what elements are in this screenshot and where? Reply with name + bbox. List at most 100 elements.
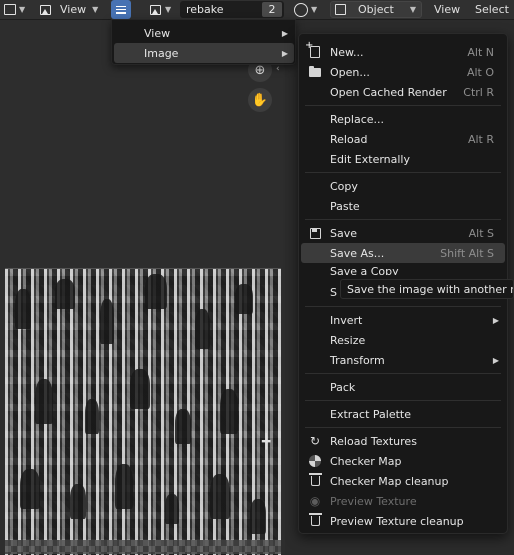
menu-item-label: Save xyxy=(330,226,358,240)
menu-separator xyxy=(305,105,501,106)
chevron-down-icon: ▼ xyxy=(19,5,26,14)
menu-item-edit-externally[interactable]: Edit Externally xyxy=(301,149,505,169)
hamburger-icon xyxy=(116,5,126,14)
shortcut-label: Alt N xyxy=(467,45,494,59)
menu-item-label: View xyxy=(144,26,171,40)
menu-item-label: Reload Textures xyxy=(330,434,417,448)
menu-item-extract-palette[interactable]: Extract Palette xyxy=(301,404,505,424)
select-menu[interactable]: Select xyxy=(475,0,509,19)
image-name-field[interactable]: rebake 2 xyxy=(180,1,284,18)
menu-item-label: Checker Map cleanup xyxy=(330,474,449,488)
shortcut-label: Alt S xyxy=(468,226,494,240)
menu-item-reload-textures[interactable]: ↻ Reload Textures xyxy=(301,431,505,451)
menu-separator xyxy=(305,306,501,307)
menu-item-open-cached-render[interactable]: Open Cached Render Ctrl R xyxy=(301,82,505,102)
chevron-down-icon: ▼ xyxy=(165,5,172,14)
menu-item-image[interactable]: Image ▶ xyxy=(114,43,294,63)
image-icon xyxy=(150,4,161,15)
menu-item-label: Pack xyxy=(330,380,356,394)
menu-item-label: Paste xyxy=(330,199,360,213)
user-count-badge[interactable]: 2 xyxy=(262,2,282,17)
editor-type-selector[interactable]: ▼ xyxy=(4,0,25,19)
object-mode-selector[interactable]: Object ▼ xyxy=(330,1,422,18)
submenu-arrow-icon: ▶ xyxy=(281,48,288,58)
submenu-arrow-icon: ▶ xyxy=(492,315,499,325)
menu-item-resize[interactable]: Resize xyxy=(301,330,505,350)
menu-item-label: New... xyxy=(330,45,364,59)
image-editor-icon xyxy=(4,4,16,15)
reload-icon: ↻ xyxy=(309,434,321,448)
menu-separator xyxy=(305,373,501,374)
object-mode-icon xyxy=(335,4,346,15)
menu-item-checker-map[interactable]: Checker Map xyxy=(301,451,505,471)
menu-item-preview-texture-cleanup[interactable]: Preview Texture cleanup xyxy=(301,511,505,531)
menu-item-pack[interactable]: Pack xyxy=(301,377,505,397)
menu-item-label: Open Cached Render xyxy=(330,85,447,99)
editor-menu-dropdown: View ▶ Image ▶ xyxy=(111,19,296,65)
menu-item-label: Save a Copy xyxy=(330,265,399,275)
view-menu[interactable]: View xyxy=(434,0,460,19)
menu-item-transform[interactable]: Transform ▶ xyxy=(301,350,505,370)
menu-item-open[interactable]: Open... Alt O xyxy=(301,62,505,82)
menu-item-label: Resize xyxy=(330,333,366,347)
menu-toggle-button[interactable] xyxy=(111,0,131,19)
menu-item-label: Extract Palette xyxy=(330,407,411,421)
menu-item-label: Replace... xyxy=(330,112,385,126)
menu-item-replace[interactable]: Replace... xyxy=(301,109,505,129)
menu-item-label: Edit Externally xyxy=(330,152,411,166)
menu-item-label: Preview Texture cleanup xyxy=(330,514,464,528)
shortcut-label: Alt R xyxy=(467,132,494,146)
menu-item-preview-texture: ◉ Preview Texture xyxy=(301,491,505,511)
trash-icon xyxy=(308,473,322,488)
collapse-arrow-icon[interactable]: ‹ xyxy=(276,64,280,74)
menu-item-reload[interactable]: Reload Alt R xyxy=(301,129,505,149)
trash-icon xyxy=(308,513,322,528)
menu-separator xyxy=(305,400,501,401)
menu-item-label: S xyxy=(330,285,337,299)
menu-item-label: Save As... xyxy=(330,246,385,260)
menu-item-new[interactable]: New... Alt N xyxy=(301,40,505,62)
cursor-crosshair-icon: ┿ xyxy=(262,434,271,450)
menu-item-label: Image xyxy=(144,46,179,60)
menu-item-paste[interactable]: Paste xyxy=(301,196,505,216)
view-mode-selector[interactable]: View ▼ xyxy=(40,0,98,19)
shortcut-label: Alt O xyxy=(466,65,494,79)
save-icon xyxy=(308,226,322,240)
object-mode-label: Object xyxy=(358,3,394,16)
chevron-down-icon: ▼ xyxy=(311,5,318,14)
menu-item-copy[interactable]: Copy xyxy=(301,176,505,196)
tooltip: Save the image with another nar xyxy=(340,279,514,299)
menu-item-save-a-copy[interactable]: Save a Copy xyxy=(301,263,505,275)
menu-item-save[interactable]: Save Alt S xyxy=(301,223,505,243)
checker-icon xyxy=(308,454,322,468)
transparency-checker xyxy=(5,540,281,554)
chevron-down-icon: ▼ xyxy=(92,5,99,14)
menu-item-label: Checker Map xyxy=(330,454,402,468)
menu-item-label: Reload xyxy=(330,132,368,146)
chevron-down-icon: ▼ xyxy=(409,5,416,14)
image-editor-header: ▼ View ▼ ▼ rebake 2 ▼ Object ▼ View Sele… xyxy=(0,0,514,20)
folder-icon xyxy=(308,65,322,79)
menu-separator xyxy=(305,427,501,428)
menu-item-checker-map-cleanup[interactable]: Checker Map cleanup xyxy=(301,471,505,491)
view-mode-label: View xyxy=(60,3,87,16)
shortcut-label: Shift Alt S xyxy=(440,246,494,260)
menu-item-label: Open... xyxy=(330,65,370,79)
menu-item-label: Invert xyxy=(330,313,363,327)
menu-separator xyxy=(305,172,501,173)
submenu-arrow-icon: ▶ xyxy=(281,28,288,38)
overlay-icon xyxy=(294,2,308,17)
menu-item-invert[interactable]: Invert ▶ xyxy=(301,310,505,330)
menu-separator xyxy=(305,219,501,220)
overlay-selector[interactable]: ▼ xyxy=(294,0,317,19)
image-name-text: rebake xyxy=(186,3,224,16)
menu-item-label: Copy xyxy=(330,179,358,193)
new-image-icon xyxy=(305,40,322,59)
hand-pan-icon[interactable]: ✋ xyxy=(248,88,272,112)
menu-item-label: Preview Texture xyxy=(330,494,417,508)
image-icon xyxy=(40,4,51,15)
texture-image xyxy=(5,268,281,555)
menu-item-view[interactable]: View ▶ xyxy=(114,23,294,43)
menu-item-save-as[interactable]: Save As... Shift Alt S xyxy=(301,243,505,263)
image-browse-button[interactable]: ▼ xyxy=(150,0,171,19)
